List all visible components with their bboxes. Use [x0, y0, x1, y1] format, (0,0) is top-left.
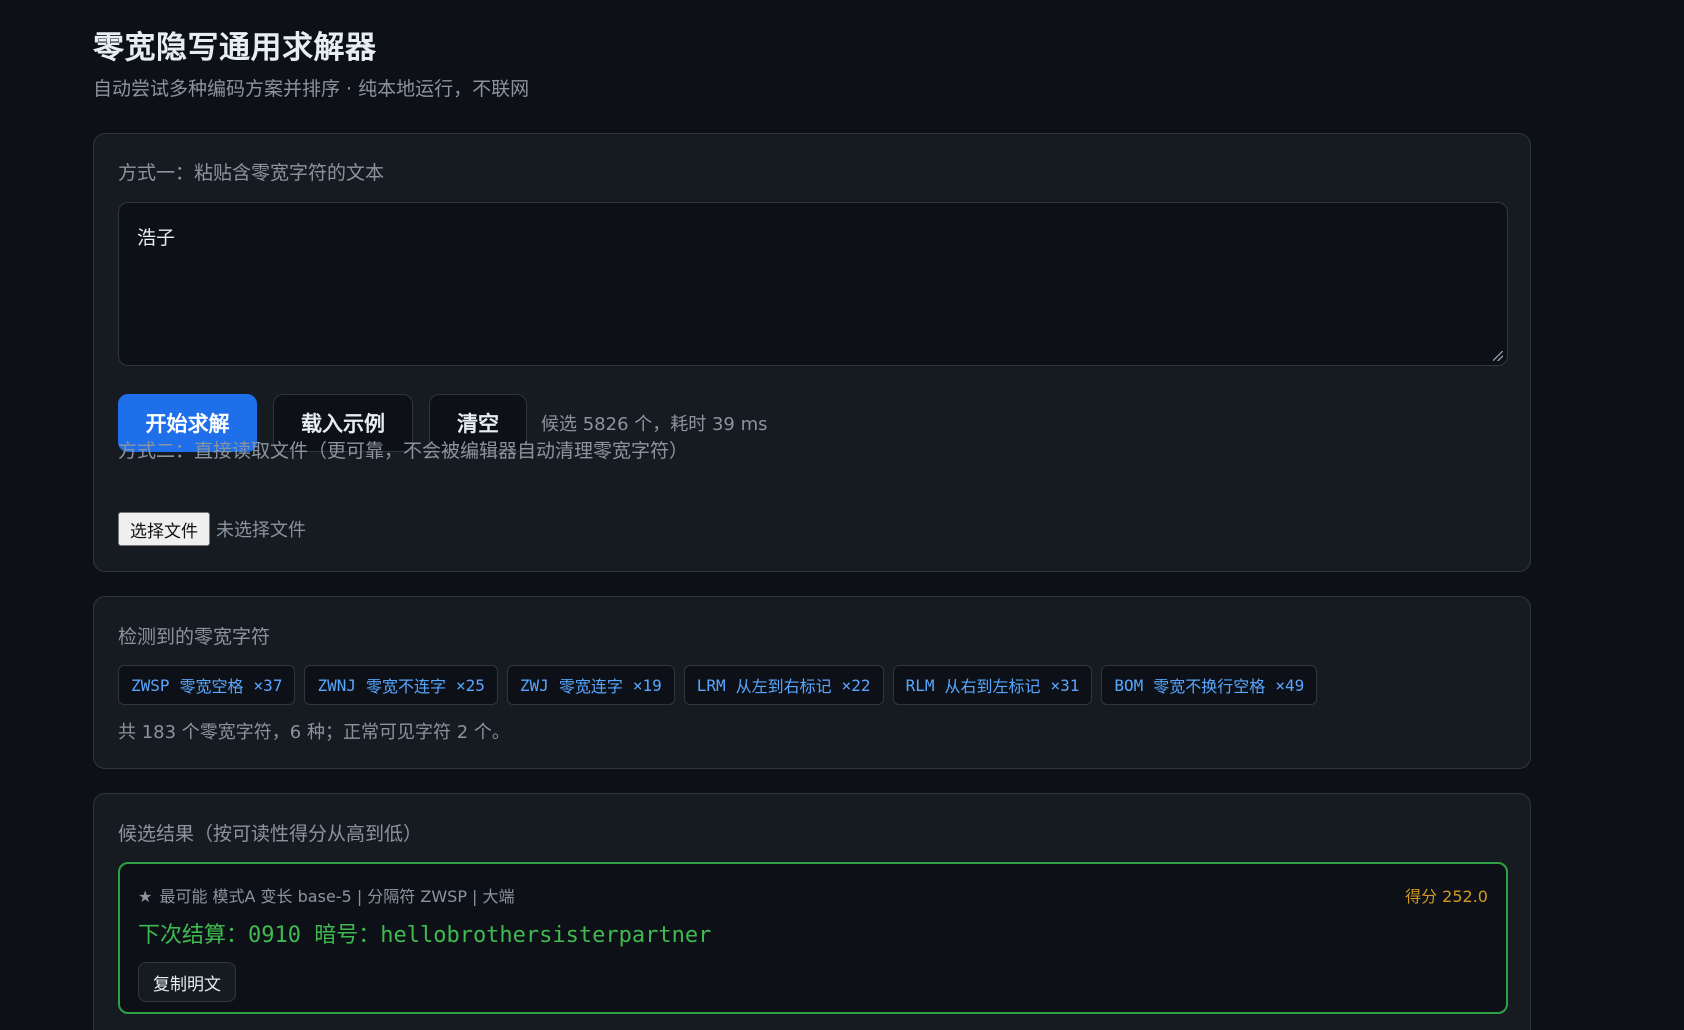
solve-status: 候选 5826 个，耗时 39 ms	[541, 414, 768, 435]
chip-code: ZWNJ	[317, 675, 356, 695]
chip-code: ZWSP	[131, 675, 170, 695]
char-chip-zwsp: ZWSP 零宽空格 ×37	[118, 665, 296, 705]
input-card: 方式一：粘贴含零宽字符的文本 浩子 开始求解 载入示例 清空 候选 5826 个…	[93, 133, 1531, 572]
result-item: ★ 最可能 模式A 变长 base-5 | 分隔符 ZWSP | 大端 得分 2…	[118, 862, 1508, 1014]
char-chip-list: ZWSP 零宽空格 ×37 ZWNJ 零宽不连字 ×25 ZWJ 零宽连字 ×1…	[118, 665, 1326, 705]
chip-name: 零宽连字	[558, 677, 623, 696]
result-meta-text: 最可能 模式A 变长 base-5 | 分隔符 ZWSP | 大端	[159, 887, 515, 906]
chip-code: LRM	[696, 675, 726, 695]
stego-text-input[interactable]: 浩子	[118, 202, 1508, 366]
chip-count: ×25	[456, 675, 485, 695]
chip-count: ×49	[1275, 675, 1305, 695]
char-chip-bom: BOM 零宽不换行空格 ×49	[1101, 665, 1318, 705]
page-subtitle: 自动尝试多种编码方案并排序 · 纯本地运行，不联网	[93, 78, 530, 100]
detected-chars-card: 检测到的零宽字符 ZWSP 零宽空格 ×37 ZWNJ 零宽不连字 ×25 ZW…	[93, 596, 1531, 769]
copy-plaintext-button[interactable]: 复制明文	[138, 962, 236, 1002]
page-title: 零宽隐写通用求解器	[93, 30, 377, 66]
resize-handle-icon[interactable]	[1493, 351, 1503, 361]
char-chip-rlm: RLM 从右到左标记 ×31	[892, 665, 1093, 705]
file-input-row: 选择文件 未选择文件	[118, 512, 306, 546]
paste-method-label: 方式一：粘贴含零宽字符的文本	[118, 162, 385, 184]
result-meta: ★ 最可能 模式A 变长 base-5 | 分隔符 ZWSP | 大端	[138, 883, 515, 907]
results-card: 候选结果（按可读性得分从高到低） ★ 最可能 模式A 变长 base-5 | 分…	[93, 793, 1531, 1030]
chip-name: 零宽空格	[179, 677, 244, 696]
result-score: 得分 252.0	[1405, 887, 1488, 906]
file-method-label: 方式二：直接读取文件（更可靠，不会被编辑器自动清理零宽字符）	[118, 440, 689, 462]
chip-code: ZWJ	[519, 675, 549, 695]
chip-name: 从右到左标记	[944, 677, 1041, 696]
file-status: 未选择文件	[216, 520, 306, 541]
chip-name: 零宽不连字	[365, 677, 446, 696]
page: 零宽隐写通用求解器 自动尝试多种编码方案并排序 · 纯本地运行，不联网 方式一：…	[0, 0, 1684, 1030]
chip-count: ×31	[1050, 675, 1080, 695]
char-chip-zwnj: ZWNJ 零宽不连字 ×25	[304, 665, 498, 705]
detected-chars-label: 检测到的零宽字符	[118, 626, 271, 648]
chip-count: ×19	[632, 675, 662, 695]
chip-code: RLM	[905, 675, 935, 695]
chip-name: 从左到右标记	[735, 677, 832, 696]
chip-count: ×37	[253, 675, 283, 695]
detection-summary: 共 183 个零宽字符，6 种；正常可见字符 2 个。	[118, 722, 510, 743]
chip-count: ×22	[841, 675, 871, 695]
chip-name: 零宽不换行空格	[1153, 677, 1266, 696]
chip-code: BOM	[1114, 675, 1144, 695]
results-label: 候选结果（按可读性得分从高到低）	[118, 823, 423, 845]
char-chip-lrm: LRM 从左到右标记 ×22	[683, 665, 884, 705]
stego-text-value: 浩子	[137, 227, 176, 249]
choose-file-button[interactable]: 选择文件	[118, 512, 210, 546]
star-icon: ★	[138, 887, 153, 906]
result-plaintext: 下次结算：0910 暗号：hellobrothersisterpartner	[138, 923, 712, 948]
char-chip-zwj: ZWJ 零宽连字 ×19	[506, 665, 675, 705]
